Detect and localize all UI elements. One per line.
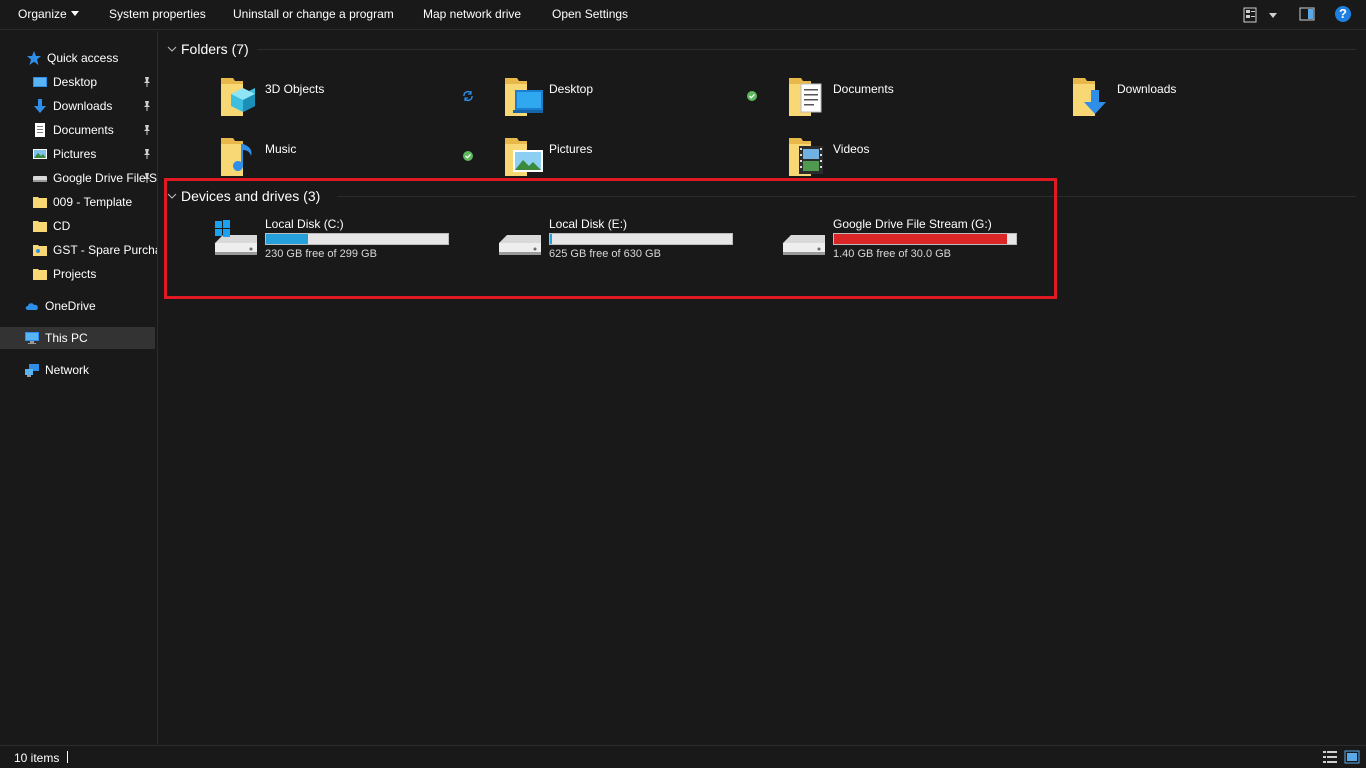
status-bar: 10 items xyxy=(0,745,1366,768)
navigation-pane: Quick access Desktop Downloads Documents… xyxy=(0,31,158,744)
folder-name: Downloads xyxy=(1117,82,1177,96)
sidebar-item-label: Quick access xyxy=(47,51,119,65)
folder-icon xyxy=(33,245,47,256)
item-count: 10 items xyxy=(14,751,60,765)
sidebar-item-label: Projects xyxy=(53,267,97,281)
folder-desktop[interactable]: Desktop xyxy=(503,74,783,124)
folder-documents[interactable]: Documents xyxy=(787,74,1067,124)
sidebar-item-quick-access[interactable]: Quick access xyxy=(0,47,155,69)
open-settings-button[interactable]: Open Settings xyxy=(552,7,628,21)
sidebar-item-label: GST - Spare Purchases xyxy=(53,243,157,257)
content-area: Folders (7) 3D Objects Desktop Documents… xyxy=(159,31,1366,744)
chevron-down-icon xyxy=(70,11,79,16)
sidebar-item-this-pc[interactable]: This PC xyxy=(0,327,155,349)
documents-icon xyxy=(35,123,45,137)
desktop-icon xyxy=(33,77,47,87)
pin-icon[interactable] xyxy=(141,124,153,136)
sidebar-item-label: CD xyxy=(53,219,71,233)
sidebar-item-documents[interactable]: Documents xyxy=(0,119,155,141)
videos-folder-icon xyxy=(789,138,823,176)
folder-name: Documents xyxy=(833,82,894,96)
sidebar-item-label: This PC xyxy=(45,331,88,345)
pin-icon[interactable] xyxy=(141,76,153,88)
group-title: Folders (7) xyxy=(181,41,249,57)
star-icon xyxy=(27,51,41,65)
status-divider xyxy=(67,751,68,763)
pin-icon[interactable] xyxy=(141,148,153,160)
music-folder-icon xyxy=(221,138,252,176)
sidebar-item-desktop[interactable]: Desktop xyxy=(0,71,155,93)
group-divider xyxy=(257,49,1356,50)
sidebar-item-label: Documents xyxy=(53,123,114,137)
system-properties-button[interactable]: System properties xyxy=(109,7,206,21)
documents-folder-icon xyxy=(789,78,822,116)
map-network-drive-button[interactable]: Map network drive xyxy=(423,7,521,21)
sidebar-item-009-template[interactable]: 009 - Template xyxy=(0,191,155,213)
sidebar-item-onedrive[interactable]: OneDrive xyxy=(0,295,155,317)
sidebar-item-network[interactable]: Network xyxy=(0,359,155,381)
highlight-annotation-box xyxy=(164,178,1057,299)
pictures-folder-icon xyxy=(505,138,543,176)
sync-icon xyxy=(463,90,473,102)
computer-icon xyxy=(25,332,39,344)
downloads-icon xyxy=(34,99,46,113)
change-view-button[interactable] xyxy=(1243,6,1277,27)
sidebar-item-label: Desktop xyxy=(53,75,98,89)
folder-name: Desktop xyxy=(549,82,594,96)
view-options-icon xyxy=(1243,7,1277,23)
folder-icon xyxy=(33,197,47,208)
preview-pane-icon xyxy=(1299,7,1315,21)
folder-name: Videos xyxy=(833,142,870,156)
sidebar-item-label: Downloads xyxy=(53,99,113,113)
uninstall-program-button[interactable]: Uninstall or change a program xyxy=(233,7,394,21)
sidebar-item-label: 009 - Template xyxy=(53,195,133,209)
folder-downloads[interactable]: Downloads xyxy=(1071,74,1351,124)
sidebar-item-gst-spare-purchases[interactable]: GST - Spare Purchases xyxy=(0,239,157,261)
help-button[interactable]: ? xyxy=(1334,5,1352,26)
pin-icon[interactable] xyxy=(141,172,153,184)
folder-icon xyxy=(33,269,47,280)
folder-name: Music xyxy=(265,142,297,156)
check-icon xyxy=(463,151,473,161)
sidebar-item-label: Network xyxy=(45,363,90,377)
folder-icon xyxy=(33,221,47,232)
sidebar-item-downloads[interactable]: Downloads xyxy=(0,95,155,117)
organize-label: Organize xyxy=(18,7,67,21)
sidebar-item-label: Pictures xyxy=(53,147,97,161)
folders-group-header[interactable]: Folders (7) xyxy=(167,41,249,57)
command-bar: Organize System properties Uninstall or … xyxy=(0,0,1366,30)
folder-name: 3D Objects xyxy=(265,82,325,96)
sidebar-item-google-drive[interactable]: Google Drive File Stream xyxy=(0,167,157,189)
3d-objects-folder-icon xyxy=(221,78,255,116)
folder-name: Pictures xyxy=(549,142,593,156)
sidebar-item-projects[interactable]: Projects xyxy=(0,263,155,285)
check-icon xyxy=(747,91,757,101)
drive-icon xyxy=(33,176,47,182)
sidebar-item-cd[interactable]: CD xyxy=(0,215,155,237)
details-view-icon[interactable] xyxy=(1322,750,1338,764)
sidebar-item-pictures[interactable]: Pictures xyxy=(0,143,155,165)
desktop-folder-icon xyxy=(505,78,543,116)
chevron-down-icon xyxy=(167,46,177,52)
folder-3d-objects[interactable]: 3D Objects xyxy=(219,74,499,124)
cloud-icon xyxy=(25,303,38,310)
downloads-folder-icon xyxy=(1073,78,1106,116)
network-icon xyxy=(25,364,39,377)
folder-videos[interactable]: Videos xyxy=(787,134,1067,184)
preview-pane-button[interactable] xyxy=(1299,6,1315,25)
pin-icon[interactable] xyxy=(141,100,153,112)
folder-music[interactable]: Music xyxy=(219,134,499,184)
pictures-icon xyxy=(33,149,47,159)
sidebar-item-label: OneDrive xyxy=(45,299,96,313)
organize-button[interactable]: Organize xyxy=(18,7,79,21)
help-label: ? xyxy=(1339,6,1347,21)
folder-pictures[interactable]: Pictures xyxy=(503,134,783,184)
large-icons-view-icon[interactable] xyxy=(1344,750,1360,764)
